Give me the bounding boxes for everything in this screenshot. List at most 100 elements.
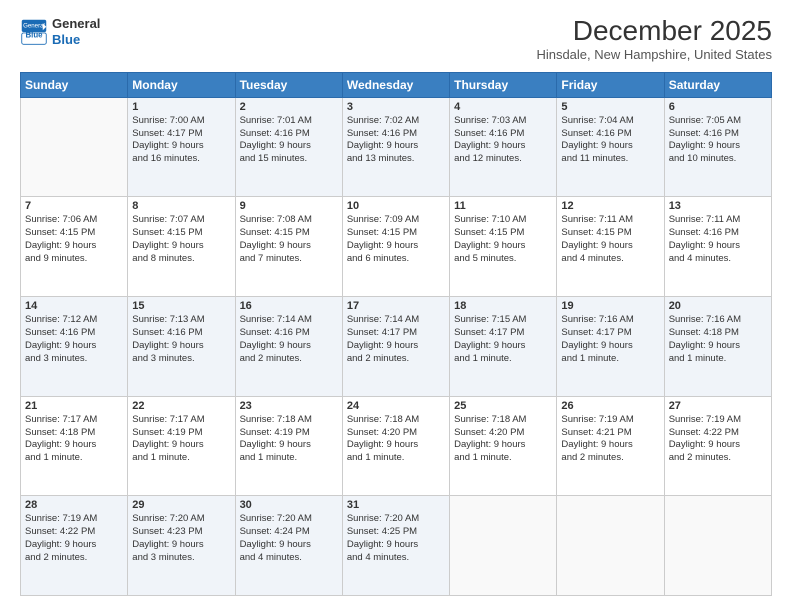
day-info: Sunrise: 7:17 AMSunset: 4:18 PMDaylight:… [25, 414, 123, 465]
day-info: Sunrise: 7:14 AMSunset: 4:16 PMDaylight:… [240, 314, 338, 365]
calendar-cell: 20 Sunrise: 7:16 AMSunset: 4:18 PMDayligh… [664, 297, 771, 397]
day-info: Sunrise: 7:14 AMSunset: 4:17 PMDaylight:… [347, 314, 445, 365]
day-number: 24 [347, 400, 445, 412]
calendar-cell: 2 Sunrise: 7:01 AMSunset: 4:16 PMDaylight… [235, 97, 342, 197]
calendar-cell: 3Sunrise: 7:02 AMSunset: 4:16 PMDaylight… [342, 97, 449, 197]
day-info: Sunrise: 7:09 AMSunset: 4:15 PMDaylight:… [347, 214, 445, 265]
day-number: 29 [132, 499, 230, 511]
main-title: December 2025 [536, 16, 772, 47]
day-number: 4 [454, 101, 552, 113]
day-number: 21 [25, 400, 123, 412]
day-number: 15 [132, 300, 230, 312]
day-number: 10 [347, 200, 445, 212]
calendar-week-row: 14Sunrise: 7:12 AMSunset: 4:16 PMDayligh… [21, 297, 772, 397]
day-info: Sunrise: 7:17 AMSunset: 4:19 PMDaylight:… [132, 414, 230, 465]
header: Blue General General Blue December 2025 … [20, 16, 772, 62]
col-friday: Friday [557, 72, 664, 97]
day-info: Sunrise: 7:20 AMSunset: 4:23 PMDaylight:… [132, 513, 230, 564]
col-thursday: Thursday [450, 72, 557, 97]
calendar-cell: 29 Sunrise: 7:20 AMSunset: 4:23 PMDayligh… [128, 496, 235, 596]
day-number: 7 [25, 200, 123, 212]
day-info: Sunrise: 7:20 AMSunset: 4:24 PMDaylight:… [240, 513, 338, 564]
logo-line1: General [52, 16, 100, 32]
day-number: 20 [669, 300, 767, 312]
day-info: Sunrise: 7:10 AMSunset: 4:15 PMDaylight:… [454, 214, 552, 265]
calendar-cell: 26 Sunrise: 7:19 AMSunset: 4:21 PMDayligh… [557, 396, 664, 496]
col-wednesday: Wednesday [342, 72, 449, 97]
calendar-cell: 24 Sunrise: 7:18 AMSunset: 4:20 PMDayligh… [342, 396, 449, 496]
day-number: 14 [25, 300, 123, 312]
day-info: Sunrise: 7:08 AMSunset: 4:15 PMDaylight:… [240, 214, 338, 265]
calendar-cell: 15 Sunrise: 7:13 AMSunset: 4:16 PMDayligh… [128, 297, 235, 397]
logo-line2: Blue [52, 32, 100, 48]
day-number: 26 [561, 400, 659, 412]
calendar-cell: 21 Sunrise: 7:17 AMSunset: 4:18 PMDayligh… [21, 396, 128, 496]
svg-text:Blue: Blue [25, 30, 43, 39]
calendar-cell: 22 Sunrise: 7:17 AMSunset: 4:19 PMDayligh… [128, 396, 235, 496]
day-number: 27 [669, 400, 767, 412]
day-info: Sunrise: 7:13 AMSunset: 4:16 PMDaylight:… [132, 314, 230, 365]
svg-text:General: General [23, 22, 45, 29]
calendar-cell: 1 Sunrise: 7:00 AMSunset: 4:17 PMDaylight… [128, 97, 235, 197]
calendar-cell: 9Sunrise: 7:08 AMSunset: 4:15 PMDaylight… [235, 197, 342, 297]
day-number: 22 [132, 400, 230, 412]
day-info: Sunrise: 7:18 AMSunset: 4:20 PMDaylight:… [454, 414, 552, 465]
calendar-week-row: 1 Sunrise: 7:00 AMSunset: 4:17 PMDaylight… [21, 97, 772, 197]
col-sunday: Sunday [21, 72, 128, 97]
logo-text: General Blue [52, 16, 100, 47]
day-info: Sunrise: 7:19 AMSunset: 4:22 PMDaylight:… [669, 414, 767, 465]
day-number: 2 [240, 101, 338, 113]
calendar-cell: 30 Sunrise: 7:20 AMSunset: 4:24 PMDayligh… [235, 496, 342, 596]
day-number: 16 [240, 300, 338, 312]
calendar-cell: 23 Sunrise: 7:18 AMSunset: 4:19 PMDayligh… [235, 396, 342, 496]
calendar-cell: 19Sunrise: 7:16 AMSunset: 4:17 PMDayligh… [557, 297, 664, 397]
day-info: Sunrise: 7:19 AMSunset: 4:21 PMDaylight:… [561, 414, 659, 465]
day-number: 11 [454, 200, 552, 212]
calendar-cell: 27 Sunrise: 7:19 AMSunset: 4:22 PMDayligh… [664, 396, 771, 496]
subtitle: Hinsdale, New Hampshire, United States [536, 47, 772, 62]
calendar-cell: 16 Sunrise: 7:14 AMSunset: 4:16 PMDayligh… [235, 297, 342, 397]
calendar-cell [21, 97, 128, 197]
page: Blue General General Blue December 2025 … [0, 0, 792, 612]
day-number: 23 [240, 400, 338, 412]
calendar-week-row: 21 Sunrise: 7:17 AMSunset: 4:18 PMDayligh… [21, 396, 772, 496]
calendar-cell: 6Sunrise: 7:05 AMSunset: 4:16 PMDaylight… [664, 97, 771, 197]
day-info: Sunrise: 7:16 AMSunset: 4:18 PMDaylight:… [669, 314, 767, 365]
day-info: Sunrise: 7:11 AMSunset: 4:16 PMDaylight:… [669, 214, 767, 265]
day-info: Sunrise: 7:00 AMSunset: 4:17 PMDaylight:… [132, 115, 230, 166]
day-number: 8 [132, 200, 230, 212]
calendar-cell: 8 Sunrise: 7:07 AMSunset: 4:15 PMDaylight… [128, 197, 235, 297]
day-info: Sunrise: 7:07 AMSunset: 4:15 PMDaylight:… [132, 214, 230, 265]
calendar-cell: 14Sunrise: 7:12 AMSunset: 4:16 PMDayligh… [21, 297, 128, 397]
day-number: 30 [240, 499, 338, 511]
calendar-week-row: 28Sunrise: 7:19 AMSunset: 4:22 PMDayligh… [21, 496, 772, 596]
calendar-cell: 10 Sunrise: 7:09 AMSunset: 4:15 PMDayligh… [342, 197, 449, 297]
calendar-cell: 25Sunrise: 7:18 AMSunset: 4:20 PMDayligh… [450, 396, 557, 496]
day-info: Sunrise: 7:18 AMSunset: 4:19 PMDaylight:… [240, 414, 338, 465]
day-info: Sunrise: 7:11 AMSunset: 4:15 PMDaylight:… [561, 214, 659, 265]
day-number: 19 [561, 300, 659, 312]
day-number: 17 [347, 300, 445, 312]
day-info: Sunrise: 7:18 AMSunset: 4:20 PMDaylight:… [347, 414, 445, 465]
col-saturday: Saturday [664, 72, 771, 97]
logo: Blue General General Blue [20, 16, 100, 47]
calendar-cell: 7 Sunrise: 7:06 AMSunset: 4:15 PMDaylight… [21, 197, 128, 297]
day-info: Sunrise: 7:03 AMSunset: 4:16 PMDaylight:… [454, 115, 552, 166]
day-info: Sunrise: 7:05 AMSunset: 4:16 PMDaylight:… [669, 115, 767, 166]
day-info: Sunrise: 7:20 AMSunset: 4:25 PMDaylight:… [347, 513, 445, 564]
title-area: December 2025 Hinsdale, New Hampshire, U… [536, 16, 772, 62]
calendar-cell [450, 496, 557, 596]
calendar-cell: 12 Sunrise: 7:11 AMSunset: 4:15 PMDayligh… [557, 197, 664, 297]
calendar-cell: 5Sunrise: 7:04 AMSunset: 4:16 PMDaylight… [557, 97, 664, 197]
calendar-cell: 13Sunrise: 7:11 AMSunset: 4:16 PMDayligh… [664, 197, 771, 297]
day-number: 5 [561, 101, 659, 113]
day-number: 12 [561, 200, 659, 212]
day-info: Sunrise: 7:06 AMSunset: 4:15 PMDaylight:… [25, 214, 123, 265]
day-info: Sunrise: 7:19 AMSunset: 4:22 PMDaylight:… [25, 513, 123, 564]
day-info: Sunrise: 7:01 AMSunset: 4:16 PMDaylight:… [240, 115, 338, 166]
col-tuesday: Tuesday [235, 72, 342, 97]
day-number: 3 [347, 101, 445, 113]
day-number: 1 [132, 101, 230, 113]
day-number: 31 [347, 499, 445, 511]
calendar-cell: 11 Sunrise: 7:10 AMSunset: 4:15 PMDayligh… [450, 197, 557, 297]
